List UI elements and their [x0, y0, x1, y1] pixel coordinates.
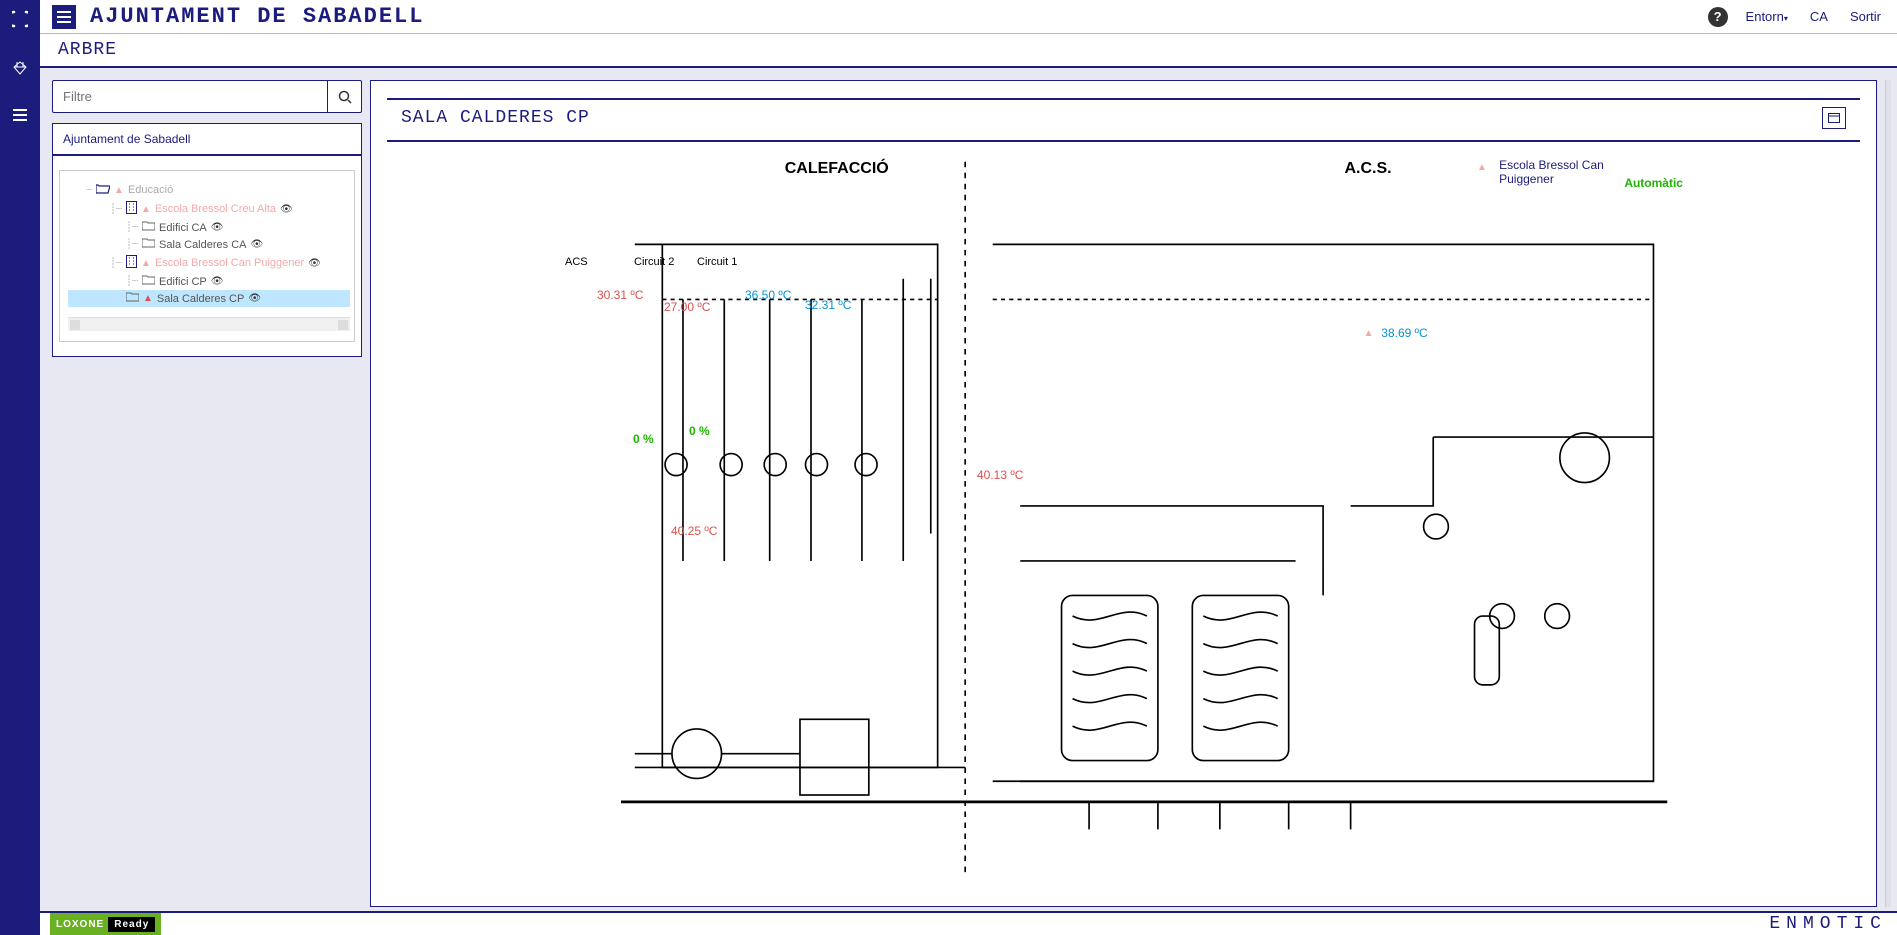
eye-icon[interactable]: 👁: [250, 239, 263, 250]
search-input[interactable]: [53, 81, 327, 112]
warning-icon: ▲: [1364, 328, 1374, 339]
reading-t5: 38.69 ºC: [1381, 326, 1427, 340]
tree-label: Sala Calderes CP: [157, 293, 244, 305]
topbar: AJUNTAMENT DE SABADELL ? Entorn▾ CA Sort…: [40, 0, 1897, 34]
loxone-badge: LOXONEReady: [50, 913, 161, 935]
detail-panel: SALA CALDERES CP: [370, 80, 1877, 907]
tree-panel: Ajuntament de Sabadell ┈ ▲ Educació: [52, 80, 362, 907]
workspace: Ajuntament de Sabadell ┈ ▲ Educació: [40, 68, 1897, 911]
help-button[interactable]: ?: [1708, 7, 1728, 27]
tree-label: Edifici CP: [159, 276, 207, 288]
folder-icon: [142, 221, 155, 234]
panel-window-button[interactable]: [1822, 107, 1846, 129]
nav-rail: [0, 0, 40, 935]
section-heading: ARBRE: [40, 34, 1897, 68]
search-row: [52, 80, 362, 113]
reading-t2: 27.00 ºC: [664, 300, 710, 314]
heading-acs: A.C.S.: [1344, 160, 1391, 178]
reading-t7: 40.25 ºC: [671, 524, 717, 538]
tree-node-sala-cp[interactable]: ▲ Sala Calderes CP 👁: [68, 290, 350, 307]
eye-icon[interactable]: 👁: [248, 293, 261, 304]
diamond-icon[interactable]: [13, 61, 27, 80]
warning-icon: ▲: [141, 204, 151, 215]
eye-icon[interactable]: 👁: [308, 258, 321, 269]
building-icon: [126, 201, 137, 217]
tree-label: Edifici CA: [159, 222, 207, 234]
reading-t4: 32.31 ºC: [805, 298, 851, 312]
lang-button[interactable]: CA: [1806, 9, 1832, 24]
tree-scrollbar[interactable]: [68, 317, 350, 331]
folder-icon: [142, 275, 155, 288]
folder-icon: [142, 238, 155, 251]
tree-node-edifici-cp[interactable]: ┊┈ Edifici CP 👁: [68, 273, 350, 290]
folder-icon: [126, 292, 139, 305]
hamburger-button[interactable]: [52, 5, 76, 29]
entorn-menu[interactable]: Entorn▾: [1742, 9, 1792, 24]
heading-calefaccio: CALEFACCIÓ: [785, 160, 889, 178]
label-circuit2: Circuit 2: [634, 256, 674, 268]
logout-button[interactable]: Sortir: [1846, 9, 1885, 24]
warning-icon: ▲: [1477, 162, 1487, 173]
list-icon[interactable]: [13, 108, 27, 126]
eye-icon[interactable]: 👁: [280, 204, 293, 215]
label-acs: ACS: [565, 256, 588, 268]
tree-node-eba[interactable]: ┊┈ ▲ Escola Bressol Creu Alta 👁: [68, 199, 350, 219]
panel-title: SALA CALDERES CP: [401, 100, 590, 136]
tree-root-label[interactable]: Ajuntament de Sabadell: [53, 124, 361, 156]
eye-icon[interactable]: 👁: [211, 222, 224, 233]
tree-node-ebp[interactable]: ┊┈ ▲ Escola Bressol Can Puiggener 👁: [68, 253, 350, 273]
tree-body: ┈ ▲ Educació ┊┈ ▲: [59, 170, 355, 342]
right-scroll-strip[interactable]: [1885, 80, 1891, 907]
reading-p2: 0 %: [689, 424, 710, 438]
tree-node-educacio[interactable]: ┈ ▲ Educació: [68, 181, 350, 199]
building-icon: [126, 255, 137, 271]
reading-t6: 40.13 ºC: [977, 468, 1023, 482]
tree-label: Escola Bressol Creu Alta: [155, 203, 276, 215]
tree-node-edifici-ca[interactable]: ┊┈ Edifici CA 👁: [68, 219, 350, 236]
scada-diagram[interactable]: CALEFACCIÓ A.C.S. ▲ Escola Bressol Can P…: [387, 148, 1860, 892]
warning-icon: ▲: [141, 258, 151, 269]
tree-node-sala-ca[interactable]: ┊┈ Sala Calderes CA 👁: [68, 236, 350, 253]
label-circuit1: Circuit 1: [697, 256, 737, 268]
footer: LOXONEReady ENMOTIC: [40, 911, 1897, 935]
logo-icon[interactable]: [12, 10, 28, 33]
reading-t3: 36.50 ºC: [745, 288, 791, 302]
folder-open-icon: [96, 183, 110, 197]
eye-icon[interactable]: 👁: [211, 276, 224, 287]
app-title: AJUNTAMENT DE SABADELL: [90, 4, 424, 29]
warning-icon: ▲: [114, 185, 124, 196]
panel-link[interactable]: Escola Bressol Can Puiggener: [1499, 158, 1629, 186]
mode-label: Automàtic: [1624, 176, 1683, 190]
tree-label: Escola Bressol Can Puiggener: [155, 257, 304, 269]
main-area: AJUNTAMENT DE SABADELL ? Entorn▾ CA Sort…: [40, 0, 1897, 935]
reading-p1: 0 %: [633, 432, 654, 446]
tree-box: Ajuntament de Sabadell ┈ ▲ Educació: [52, 123, 362, 357]
warning-icon: ▲: [143, 293, 153, 304]
search-button[interactable]: [327, 81, 361, 112]
reading-t1: 30.31 ºC: [597, 288, 643, 302]
brand-label: ENMOTIC: [1769, 914, 1887, 934]
tree-label: Educació: [128, 184, 173, 196]
tree-label: Sala Calderes CA: [159, 239, 246, 251]
